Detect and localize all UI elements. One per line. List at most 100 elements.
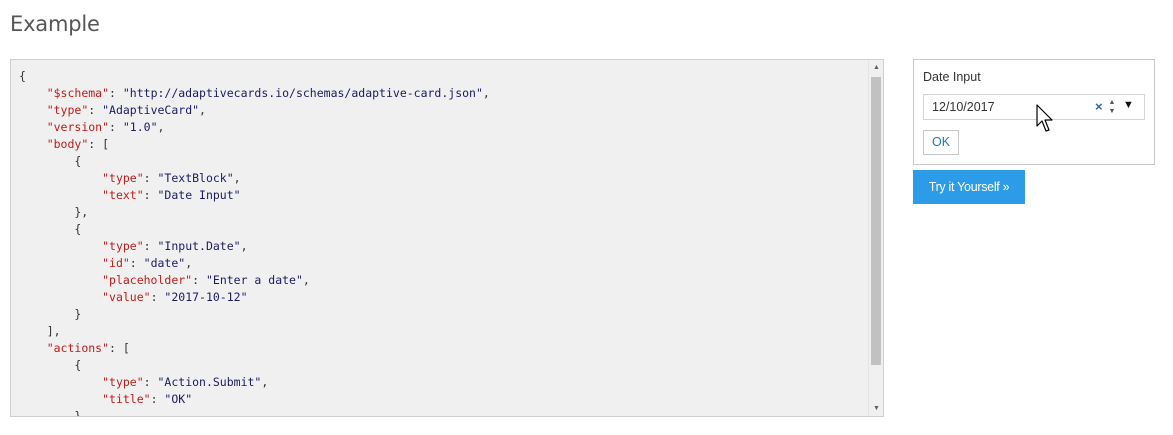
json-punctuation xyxy=(19,86,47,100)
json-key: "body" xyxy=(46,137,89,151)
json-punctuation: , xyxy=(261,375,269,389)
code-line: "type": "Input.Date", xyxy=(19,238,863,255)
json-key: "placeholder" xyxy=(102,273,193,287)
json-code[interactable]: { "$schema": "http://adaptivecards.io/sc… xyxy=(19,68,863,417)
clear-icon[interactable]: × xyxy=(1095,99,1103,114)
code-line: "text": "Date Input" xyxy=(19,187,863,204)
ok-button[interactable]: OK xyxy=(923,130,959,155)
json-punctuation: : xyxy=(143,375,158,389)
code-line: { xyxy=(19,68,863,85)
json-punctuation: : [ xyxy=(109,341,130,355)
json-value: "date" xyxy=(143,256,186,270)
json-punctuation xyxy=(19,171,102,185)
json-punctuation: , xyxy=(199,103,206,117)
spin-buttons-icon[interactable]: ▲ ▼ xyxy=(1108,98,1116,116)
json-punctuation: , xyxy=(185,256,193,270)
json-key: "version" xyxy=(46,120,110,134)
json-value: "OK" xyxy=(164,392,193,406)
json-punctuation: , xyxy=(157,120,165,134)
json-key: "actions" xyxy=(46,341,110,355)
json-punctuation: : xyxy=(143,188,158,202)
json-value: "Action.Submit" xyxy=(157,375,262,389)
mouse-pointer-icon xyxy=(1036,104,1053,132)
json-value: "TextBlock" xyxy=(157,171,234,185)
json-punctuation xyxy=(19,103,47,117)
json-punctuation: : xyxy=(109,86,123,100)
json-value: "AdaptiveCard" xyxy=(102,103,200,117)
json-punctuation: { xyxy=(19,154,82,168)
vertical-scrollbar[interactable]: ▲ ▼ xyxy=(868,60,883,416)
date-input-label: Date Input xyxy=(923,70,981,84)
json-punctuation: ], xyxy=(19,324,61,338)
code-line: { xyxy=(19,221,863,238)
code-line: { xyxy=(19,153,863,170)
json-value: "Date Input" xyxy=(157,188,241,202)
code-line: } xyxy=(19,408,863,417)
code-editor[interactable]: { "$schema": "http://adaptivecards.io/sc… xyxy=(10,59,884,417)
code-line: ], xyxy=(19,323,863,340)
spin-up-icon[interactable]: ▲ xyxy=(1108,98,1116,107)
json-value: "Enter a date" xyxy=(205,273,303,287)
json-punctuation xyxy=(19,290,102,304)
json-key: "id" xyxy=(102,256,130,270)
json-punctuation xyxy=(19,120,47,134)
json-punctuation xyxy=(19,188,102,202)
scroll-down-icon[interactable]: ▼ xyxy=(869,401,883,416)
code-line: "$schema": "http://adaptivecards.io/sche… xyxy=(19,85,863,102)
json-punctuation: } xyxy=(19,409,82,417)
json-punctuation: , xyxy=(302,273,310,287)
date-input[interactable]: 12/10/2017 × ▲ ▼ ▼ xyxy=(923,94,1145,120)
code-line: "title": "OK" xyxy=(19,391,863,408)
json-punctuation: : xyxy=(109,120,123,134)
json-key: "title" xyxy=(102,392,151,406)
date-input-value[interactable]: 12/10/2017 xyxy=(932,100,995,114)
json-punctuation: { xyxy=(19,69,26,83)
json-key: "$schema" xyxy=(46,86,110,100)
json-punctuation xyxy=(19,256,102,270)
code-line: }, xyxy=(19,204,863,221)
code-line: "actions": [ xyxy=(19,340,863,357)
code-line: "placeholder": "Enter a date", xyxy=(19,272,863,289)
json-punctuation: }, xyxy=(19,205,89,219)
json-punctuation: : xyxy=(129,256,144,270)
json-punctuation xyxy=(19,239,102,253)
json-punctuation: , xyxy=(482,86,490,100)
json-punctuation: } xyxy=(19,307,82,321)
json-punctuation: : [ xyxy=(88,137,110,151)
code-line: "type": "TextBlock", xyxy=(19,170,863,187)
code-line: "version": "1.0", xyxy=(19,119,863,136)
json-key: "type" xyxy=(102,375,144,389)
code-line: "id": "date", xyxy=(19,255,863,272)
json-punctuation: : xyxy=(150,290,165,304)
json-key: "type" xyxy=(102,239,144,253)
json-punctuation xyxy=(19,341,47,355)
json-punctuation xyxy=(19,392,102,406)
json-punctuation xyxy=(19,375,102,389)
json-key: "type" xyxy=(46,103,89,117)
try-it-yourself-button[interactable]: Try it Yourself » xyxy=(913,170,1025,204)
json-key: "type" xyxy=(102,171,144,185)
json-punctuation: , xyxy=(233,171,241,185)
json-punctuation xyxy=(19,137,47,151)
json-value: "Input.Date" xyxy=(157,239,241,253)
adaptive-card-preview: Date Input 12/10/2017 × ▲ ▼ ▼ OK xyxy=(913,59,1155,165)
dropdown-arrow-icon[interactable]: ▼ xyxy=(1123,99,1134,111)
code-line: { xyxy=(19,357,863,374)
code-line: "body": [ xyxy=(19,136,863,153)
code-line: "value": "2017-10-12" xyxy=(19,289,863,306)
scroll-up-icon[interactable]: ▲ xyxy=(869,60,883,75)
scroll-thumb[interactable] xyxy=(871,77,881,365)
json-punctuation: : xyxy=(192,273,206,287)
code-line: "type": "Action.Submit", xyxy=(19,374,863,391)
json-value: "1.0" xyxy=(122,120,158,134)
json-value: "http://adaptivecards.io/schemas/adaptiv… xyxy=(122,86,483,100)
code-line: } xyxy=(19,306,863,323)
json-key: "value" xyxy=(102,290,151,304)
json-punctuation: : xyxy=(143,239,158,253)
json-punctuation: : xyxy=(88,103,103,117)
json-punctuation: { xyxy=(19,222,82,236)
spin-down-icon[interactable]: ▼ xyxy=(1108,107,1116,116)
json-punctuation xyxy=(19,273,102,287)
json-punctuation: : xyxy=(143,171,158,185)
json-key: "text" xyxy=(102,188,144,202)
